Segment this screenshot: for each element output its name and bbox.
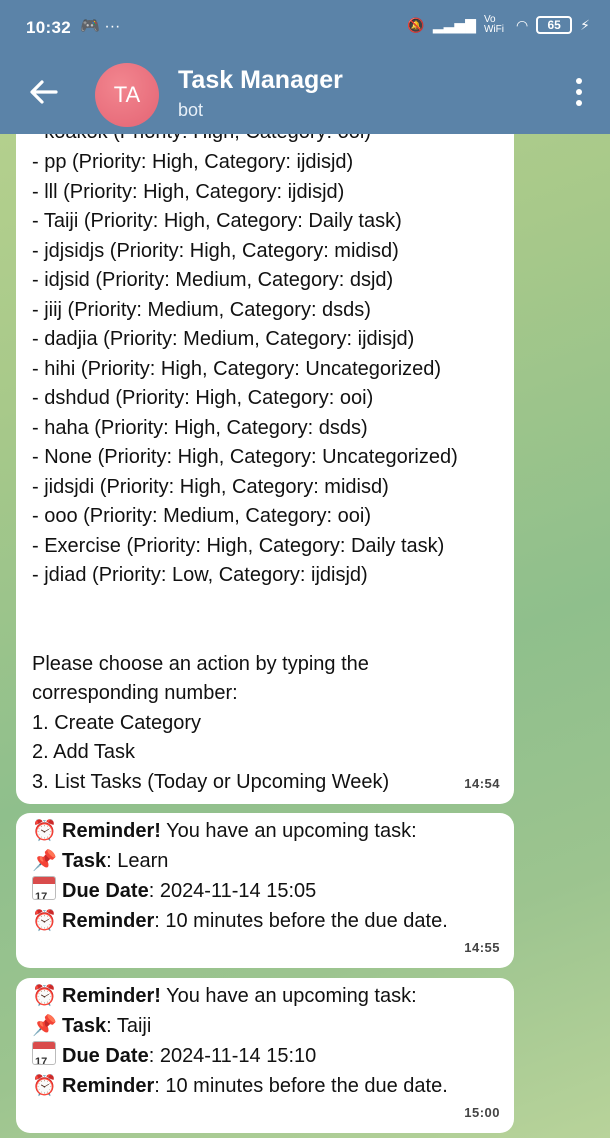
- task-list-item: - jdiad (Priority: Low, Category: ijdisj…: [32, 564, 368, 586]
- menu-option: 1. Create Category: [32, 711, 201, 734]
- due-date-value: : 2024-11-14 15:05: [148, 880, 317, 902]
- task-list-item: - Exercise (Priority: High, Category: Da…: [32, 534, 445, 557]
- signal-icon: ▂▃▅▇: [432, 16, 476, 33]
- task-value: : Learn: [106, 849, 169, 872]
- alarm-clock-icon: ⏰: [32, 820, 57, 842]
- task-value: : Taiji: [106, 1014, 152, 1037]
- bot-avatar[interactable]: TA: [95, 63, 159, 127]
- battery-icon: 65: [536, 16, 573, 34]
- wifi-icon: ◠: [515, 16, 529, 33]
- alarm-clock-icon: ⏰: [32, 985, 57, 1007]
- reminder-heading: Reminder!: [62, 985, 161, 1007]
- vowifi-label: Vo WiFi: [483, 14, 504, 35]
- mute-icon: 🔕: [407, 16, 425, 33]
- task-list-item: - idjsid (Priority: Medium, Category: ds…: [32, 269, 394, 291]
- message-bubble-reminder[interactable]: ⏰ Reminder! You have an upcoming task: 📌 T…: [16, 813, 514, 968]
- reminder-label: Reminder: [62, 1074, 155, 1097]
- task-list-item: - dshdud (Priority: High, Category: ooi): [32, 387, 374, 409]
- task-list-item: - haha (Priority: High, Category: dsds): [32, 416, 368, 439]
- status-time: 10:32: [26, 18, 71, 37]
- reminder-heading-text: You have an upcoming task:: [160, 985, 417, 1007]
- status-right-icons: 🔕 ▂▃▅▇ Vo WiFi ◠ 65 ⚡: [407, 15, 590, 35]
- due-date-label: Due Date: [62, 880, 149, 902]
- reminder-label: Reminder: [62, 909, 155, 932]
- message-list[interactable]: - koakok (Priority: High, Category: ooi)…: [0, 134, 610, 1138]
- task-list-item: - ooo (Priority: Medium, Category: ooi): [32, 505, 372, 527]
- task-list-item: - dadjia (Priority: Medium, Category: ij…: [32, 328, 415, 350]
- task-label: Task: [62, 1014, 107, 1037]
- pushpin-icon: 📌: [32, 1014, 57, 1037]
- charging-icon: ⚡: [580, 16, 590, 33]
- due-date-label: Due Date: [62, 1045, 149, 1067]
- due-date-value: : 2024-11-14 15:10: [148, 1045, 317, 1067]
- task-list-cut-line: - koakok (Priority: High, Category: ooi): [32, 134, 371, 143]
- message-time: 14:55: [464, 939, 500, 955]
- reminder-value: : 10 minutes before the due date.: [154, 909, 448, 932]
- chat-header: TA Task Manager bot: [0, 56, 610, 134]
- task-list-item: - jiij (Priority: Medium, Category: dsds…: [32, 298, 371, 321]
- alarm-clock-icon: ⏰: [32, 909, 57, 932]
- chat-title[interactable]: Task Manager: [178, 66, 343, 95]
- message-bubble-reminder[interactable]: ⏰ Reminder! You have an upcoming task: 📌 T…: [16, 978, 514, 1133]
- menu-option: 2. Add Task: [32, 741, 136, 763]
- task-label: Task: [62, 849, 107, 872]
- task-list-item: - Taiji (Priority: High, Category: Daily…: [32, 210, 402, 232]
- task-list-item: - None (Priority: High, Category: Uncate…: [32, 446, 458, 468]
- prompt-text: corresponding number:: [32, 682, 238, 704]
- task-list-item: - jidsjdi (Priority: High, Category: mid…: [32, 475, 389, 498]
- status-bar: 10:32 🎮 ··· 🔕 ▂▃▅▇ Vo WiFi ◠ 65 ⚡: [0, 0, 610, 56]
- menu-option: 3. List Tasks (Today or Upcoming Week): [32, 770, 390, 793]
- task-list-item: - hihi (Priority: High, Category: Uncate…: [32, 357, 442, 380]
- calendar-icon: 17: [32, 1041, 56, 1065]
- chat-subtitle: bot: [178, 100, 204, 120]
- calendar-icon: 17: [32, 876, 56, 900]
- message-time: 14:54: [464, 775, 500, 791]
- reminder-heading: Reminder!: [62, 820, 161, 842]
- task-list-item: - jdjsidjs (Priority: High, Category: mi…: [32, 239, 399, 262]
- message-time: 15:00: [464, 1104, 500, 1120]
- alarm-clock-icon: ⏰: [32, 1074, 57, 1097]
- task-list: - pp (Priority: High, Category: ijdisjd)…: [32, 148, 498, 591]
- more-options-icon[interactable]: [574, 78, 584, 110]
- reminder-value: : 10 minutes before the due date.: [154, 1074, 448, 1097]
- back-arrow-icon[interactable]: [26, 74, 62, 110]
- pushpin-icon: 📌: [32, 849, 57, 872]
- message-bubble-task-list[interactable]: - koakok (Priority: High, Category: ooi)…: [16, 134, 514, 804]
- notification-icons: 🎮 ···: [80, 18, 121, 35]
- task-list-item: - pp (Priority: High, Category: ijdisjd): [32, 151, 354, 173]
- prompt-text: Please choose an action by typing the: [32, 652, 369, 675]
- reminder-heading-text: You have an upcoming task:: [160, 820, 417, 842]
- task-list-item: - lll (Priority: High, Category: ijdisjd…: [32, 180, 345, 203]
